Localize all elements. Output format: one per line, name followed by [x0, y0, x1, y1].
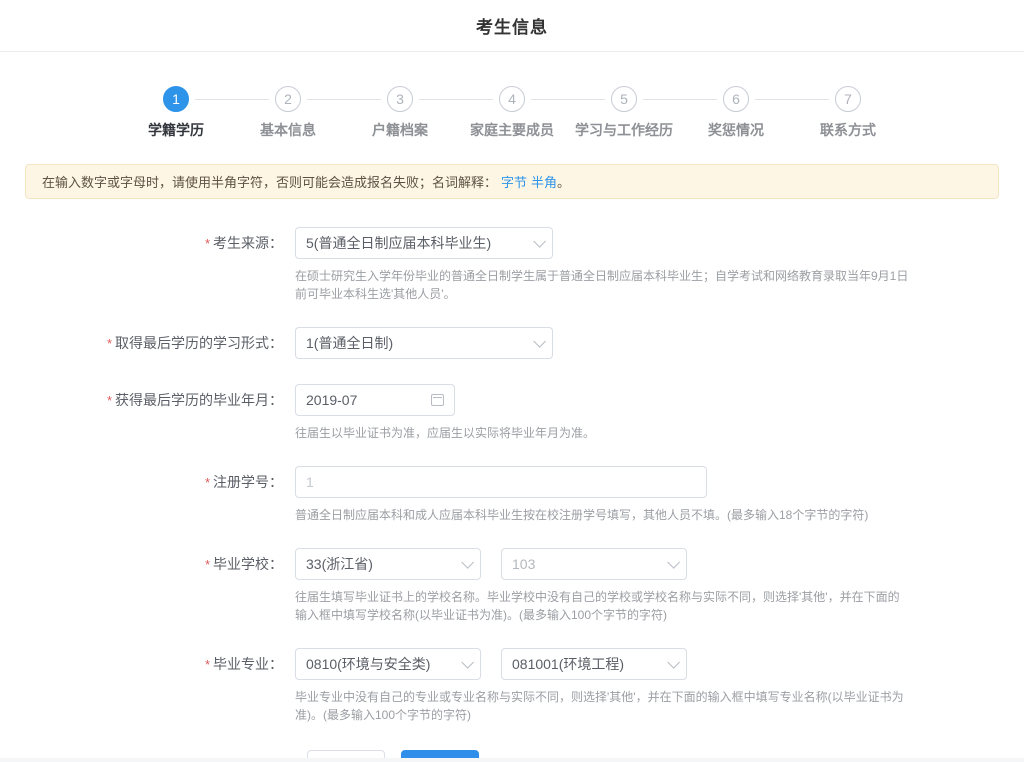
chevron-down-icon — [461, 556, 474, 569]
form-row-graduation-date: *获得最后学历的毕业年月： 2019-07 往届生以毕业证书为准，应届生以实际将… — [0, 384, 1024, 442]
page-title: 考生信息 — [476, 13, 548, 38]
enrollment-education-form: *考生来源： 5(普通全日制应届本科毕业生) 在硕士研究生入学年份毕业的普通全日… — [0, 227, 1024, 762]
chevron-down-icon — [533, 235, 546, 248]
graduation-date-picker[interactable]: 2019-07 — [295, 384, 455, 416]
page-header: 考生信息 — [0, 0, 1024, 52]
student-id-input[interactable] — [306, 474, 696, 490]
required-asterisk: * — [205, 657, 210, 672]
field-help-text: 普通全日制应届本科和成人应届本科毕业生按在校注册学号填写，其他人员不填。(最多输… — [295, 506, 909, 524]
footer-divider — [0, 758, 1024, 762]
step-number-badge: 2 — [275, 86, 301, 112]
required-asterisk: * — [205, 236, 210, 251]
form-row-candidate-source: *考生来源： 5(普通全日制应届本科毕业生) 在硕士研究生入学年份毕业的普通全日… — [0, 227, 1024, 303]
step-household-archive[interactable]: 3 户籍档案 — [344, 86, 456, 140]
link-halfwidth-glossary[interactable]: 半角 — [531, 175, 557, 190]
step-label: 学籍学历 — [148, 120, 204, 140]
major-category-select[interactable]: 0810(环境与安全类) — [295, 648, 481, 680]
chevron-down-icon — [461, 656, 474, 669]
step-basic-info[interactable]: 2 基本信息 — [232, 86, 344, 140]
field-label: *注册学号： — [0, 466, 295, 499]
stepper: 1 学籍学历 2 基本信息 3 户籍档案 4 家庭主要成员 5 学习与工作经历 … — [0, 86, 1024, 140]
school-name-select[interactable]: 103 — [501, 548, 687, 580]
step-label: 学习与工作经历 — [575, 120, 673, 140]
required-asterisk: * — [107, 336, 112, 351]
step-label: 联系方式 — [820, 120, 876, 140]
field-label: *毕业专业： — [0, 648, 295, 681]
required-asterisk: * — [107, 393, 112, 408]
study-form-select[interactable]: 1(普通全日制) — [295, 327, 553, 359]
chevron-down-icon — [533, 335, 546, 348]
notice-text: 在输入数字或字母时，请使用半角字符，否则可能会造成报名失败；名词解释： — [42, 175, 497, 190]
step-number-badge: 6 — [723, 86, 749, 112]
notice-banner: 在输入数字或字母时，请使用半角字符，否则可能会造成报名失败；名词解释： 字节半角。 — [25, 164, 999, 199]
chevron-down-icon — [667, 656, 680, 669]
field-label: *考生来源： — [0, 227, 295, 260]
step-label: 奖惩情况 — [708, 120, 764, 140]
step-number-badge: 3 — [387, 86, 413, 112]
candidate-info-page: 考生信息 1 学籍学历 2 基本信息 3 户籍档案 4 家庭主要成员 5 学习与… — [0, 0, 1024, 762]
notice-suffix: 。 — [557, 175, 570, 190]
calendar-icon — [431, 394, 444, 406]
step-number-badge: 5 — [611, 86, 637, 112]
field-label: *取得最后学历的学习形式： — [0, 327, 295, 360]
field-label: *毕业学校： — [0, 548, 295, 581]
field-help-text: 往届生填写毕业证书上的学校名称。毕业学校中没有自己的学校或学校名称与实际不同，则… — [295, 588, 909, 624]
chevron-down-icon — [667, 556, 680, 569]
required-asterisk: * — [205, 557, 210, 572]
step-number-badge: 1 — [163, 86, 189, 112]
field-help-text: 毕业专业中没有自己的专业或专业名称与实际不同，则选择'其他'，并在下面的输入框中… — [295, 688, 909, 724]
step-study-work-experience[interactable]: 5 学习与工作经历 — [568, 86, 680, 140]
required-asterisk: * — [205, 475, 210, 490]
major-name-select[interactable]: 081001(环境工程) — [501, 648, 687, 680]
student-id-field-wrap — [295, 466, 707, 498]
form-row-graduation-school: *毕业学校： 33(浙江省) 103 往届生填写毕业证书上的学校名称。毕业学校中… — [0, 548, 1024, 624]
link-byte-glossary[interactable]: 字节 — [501, 175, 527, 190]
step-label: 户籍档案 — [372, 120, 428, 140]
field-help-text: 往届生以毕业证书为准，应届生以实际将毕业年月为准。 — [295, 424, 909, 442]
step-family-members[interactable]: 4 家庭主要成员 — [456, 86, 568, 140]
form-row-graduation-major: *毕业专业： 0810(环境与安全类) 081001(环境工程) 毕业专业中没有… — [0, 648, 1024, 724]
school-province-select[interactable]: 33(浙江省) — [295, 548, 481, 580]
form-row-study-form: *取得最后学历的学习形式： 1(普通全日制) — [0, 327, 1024, 360]
step-contact-info[interactable]: 7 联系方式 — [792, 86, 904, 140]
step-rewards-punishments[interactable]: 6 奖惩情况 — [680, 86, 792, 140]
candidate-source-select[interactable]: 5(普通全日制应届本科毕业生) — [295, 227, 553, 259]
step-number-badge: 4 — [499, 86, 525, 112]
field-label: *获得最后学历的毕业年月： — [0, 384, 295, 417]
form-row-student-id: *注册学号： 普通全日制应届本科和成人应届本科毕业生按在校注册学号填写，其他人员… — [0, 466, 1024, 524]
step-label: 基本信息 — [260, 120, 316, 140]
field-help-text: 在硕士研究生入学年份毕业的普通全日制学生属于普通全日制应届本科毕业生；自学考试和… — [295, 267, 909, 303]
step-label: 家庭主要成员 — [470, 120, 554, 140]
step-enrollment-education[interactable]: 1 学籍学历 — [120, 86, 232, 140]
step-number-badge: 7 — [835, 86, 861, 112]
